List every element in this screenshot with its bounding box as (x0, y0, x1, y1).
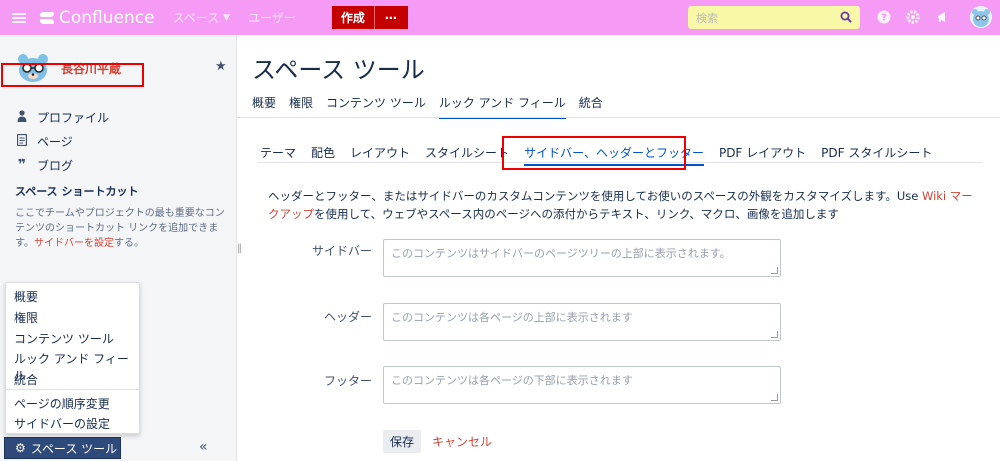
tab-look-and-feel[interactable]: ルック アンド フィール (438, 94, 566, 119)
chevron-down-icon: ▼ (223, 12, 231, 23)
header-content-textarea[interactable]: このコンテンツは各ページの上部に表示されます (383, 303, 781, 341)
tab-permissions[interactable]: 権限 (289, 94, 313, 119)
sidebar-resize-handle[interactable]: ‖ (237, 243, 242, 254)
menu-item-configure-sidebar[interactable]: サイドバーの設定 (14, 415, 110, 432)
sidebar-item-profile[interactable]: プロファイル (15, 105, 109, 129)
quote-icon: ❞ (17, 157, 27, 173)
confluence-logo[interactable]: Confluence (40, 8, 155, 28)
search-icon (840, 11, 852, 23)
cancel-link[interactable]: キャンセル (432, 433, 492, 450)
gear-icon: ⚙ (15, 441, 26, 455)
create-more-button[interactable]: ⋯ (374, 6, 408, 29)
description-text: ヘッダーとフッター、またはサイドバーのカスタムコンテンツを使用してお使いのスペー… (268, 187, 980, 223)
search-placeholder: 検索 (696, 11, 718, 25)
svg-text:?: ? (881, 13, 887, 24)
save-button[interactable]: 保存 (383, 430, 421, 453)
user-avatar[interactable] (970, 6, 992, 28)
nav-users[interactable]: ユーザー (248, 9, 296, 26)
sidebar-item-blog[interactable]: ❞ ブログ (15, 153, 109, 177)
tab-content-tools[interactable]: コンテンツ ツール (326, 94, 426, 119)
sidebar-item-label: ページ (37, 134, 73, 149)
logo-text: Confluence (59, 7, 155, 28)
search-input[interactable]: 検索 (688, 6, 860, 29)
person-icon (15, 109, 29, 125)
space-shortcuts-heading: スペース ショートカット (15, 185, 139, 198)
sidebar-item-label: プロファイル (37, 110, 110, 125)
menu-item-integrations[interactable]: 統合 (14, 371, 38, 388)
description-part-2: を使用して、ウェブやスペース内のページへの添付からテキスト、リンク、マクロ、画像… (314, 207, 839, 221)
space-tools-menu: 概要 権限 コンテンツ ツール ルック アンド フィール 統合 ページの順序変更… (5, 282, 140, 434)
app-switcher-icon[interactable] (12, 12, 26, 23)
tabs-divider (237, 117, 1000, 118)
menu-item-permissions[interactable]: 権限 (14, 309, 38, 326)
nav-spaces[interactable]: スペース ▼ (173, 9, 230, 26)
menu-item-overview[interactable]: 概要 (14, 288, 38, 305)
collapse-sidebar-icon[interactable]: « (199, 439, 208, 455)
favourite-star-icon[interactable]: ★ (215, 59, 227, 74)
help-icon[interactable]: ? (877, 10, 891, 24)
sidebar-item-label: ブログ (37, 158, 74, 173)
space-shortcuts-help: ここでチームやプロジェクトの最も重要なコンテンツのショートカット リンクを追加で… (15, 206, 225, 251)
description-part-1: ヘッダーとフッター、またはサイドバーのカスタムコンテンツを使用してお使いのスペー… (268, 189, 922, 203)
footer-field-label: フッター (323, 374, 372, 388)
create-button[interactable]: 作成 (331, 6, 375, 29)
page-title: スペース ツール (252, 56, 425, 84)
space-tools-tabs: 概要 権限 コンテンツ ツール ルック アンド フィール 統合 (252, 94, 616, 119)
highlight-box-menu (1, 63, 144, 87)
menu-item-content-tools[interactable]: コンテンツ ツール (14, 330, 114, 347)
space-tools-button[interactable]: ⚙ スペース ツール (4, 437, 121, 459)
highlight-box-subtab (502, 136, 686, 170)
settings-gear-icon[interactable] (906, 10, 920, 24)
page-icon (15, 133, 29, 149)
nav-spaces-label: スペース (172, 11, 220, 25)
nav-users-label: ユーザー (248, 11, 296, 25)
sidebar-item-pages[interactable]: ページ (15, 129, 109, 153)
footer-content-textarea[interactable]: このコンテンツは各ページの下部に表示されます (383, 366, 781, 404)
notifications-megaphone-icon[interactable] (936, 10, 950, 24)
shortcut-help-text-end: する。 (114, 238, 144, 249)
tab-integrations[interactable]: 統合 (579, 94, 603, 119)
configure-sidebar-link[interactable]: サイドバーを設定 (34, 238, 114, 249)
space-tools-label: スペース ツール (30, 441, 118, 456)
menu-item-reorder-pages[interactable]: ページの順序変更 (14, 395, 110, 412)
sidebar-content-textarea[interactable]: このコンテンツはサイドバーのページツリーの上部に表示されます。 (383, 239, 781, 277)
header-field-label: ヘッダー (323, 310, 372, 324)
sidebar-field-label: サイドバー (311, 244, 372, 258)
confluence-logo-icon (40, 11, 54, 25)
tab-overview[interactable]: 概要 (252, 94, 276, 119)
menu-divider (6, 389, 139, 390)
user-avatar-icon (972, 9, 990, 27)
